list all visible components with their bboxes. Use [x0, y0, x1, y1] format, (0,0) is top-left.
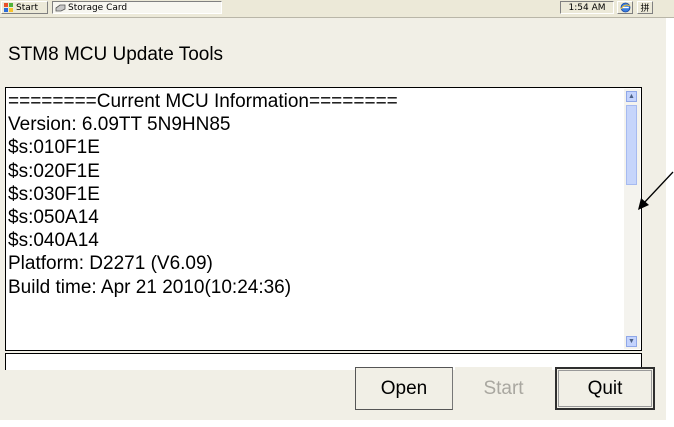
vertical-scrollbar[interactable]: ▲ ▼ — [624, 89, 640, 349]
start-button-disabled: Start — [455, 367, 552, 410]
clock[interactable]: 1:54 AM — [560, 1, 614, 14]
info-line: $s:050A14 — [8, 207, 99, 229]
info-line-header: ========Current MCU Information======== — [8, 91, 398, 112]
info-line: $s:030F1E — [8, 183, 100, 205]
open-button[interactable]: Open — [355, 367, 453, 410]
start-button[interactable]: Start — [1, 1, 48, 14]
taskbar-item-storage-card[interactable]: Storage Card — [52, 1, 222, 14]
mcu-info-lines: ========Current MCU Information======== … — [8, 90, 398, 299]
storage-card-icon — [55, 4, 66, 11]
scroll-down-arrow-icon[interactable]: ▼ — [626, 336, 637, 347]
annotation-arrow-icon — [638, 171, 674, 210]
quit-button[interactable]: Quit — [555, 367, 655, 410]
app-window: STM8 MCU Update Tools ========Current MC… — [0, 18, 666, 420]
internet-explorer-icon — [620, 2, 630, 13]
input-method-button[interactable]: 拼 — [637, 1, 653, 14]
info-line-platform: Platform: D2271 (V6.09) — [8, 253, 213, 275]
taskbar: Start Storage Card 1:54 AM 拼 — [0, 0, 674, 18]
info-line: $s:040A14 — [8, 230, 99, 252]
app-title: STM8 MCU Update Tools — [8, 44, 224, 65]
scroll-up-arrow-icon[interactable]: ▲ — [626, 91, 637, 102]
windows-flag-icon — [4, 3, 14, 12]
info-line-build-time: Build time: Apr 21 2010(10:24:36) — [8, 276, 292, 298]
tray-ie-button[interactable] — [617, 1, 633, 14]
info-line: $s:010F1E — [8, 137, 100, 159]
mcu-info-textbox[interactable]: ========Current MCU Information======== … — [5, 87, 642, 351]
start-label: Start — [16, 2, 38, 13]
info-line-version: Version: 6.09TT 5N9HN85 — [8, 114, 231, 136]
taskbar-item-label: Storage Card — [68, 2, 128, 13]
info-line: $s:020F1E — [8, 160, 100, 182]
